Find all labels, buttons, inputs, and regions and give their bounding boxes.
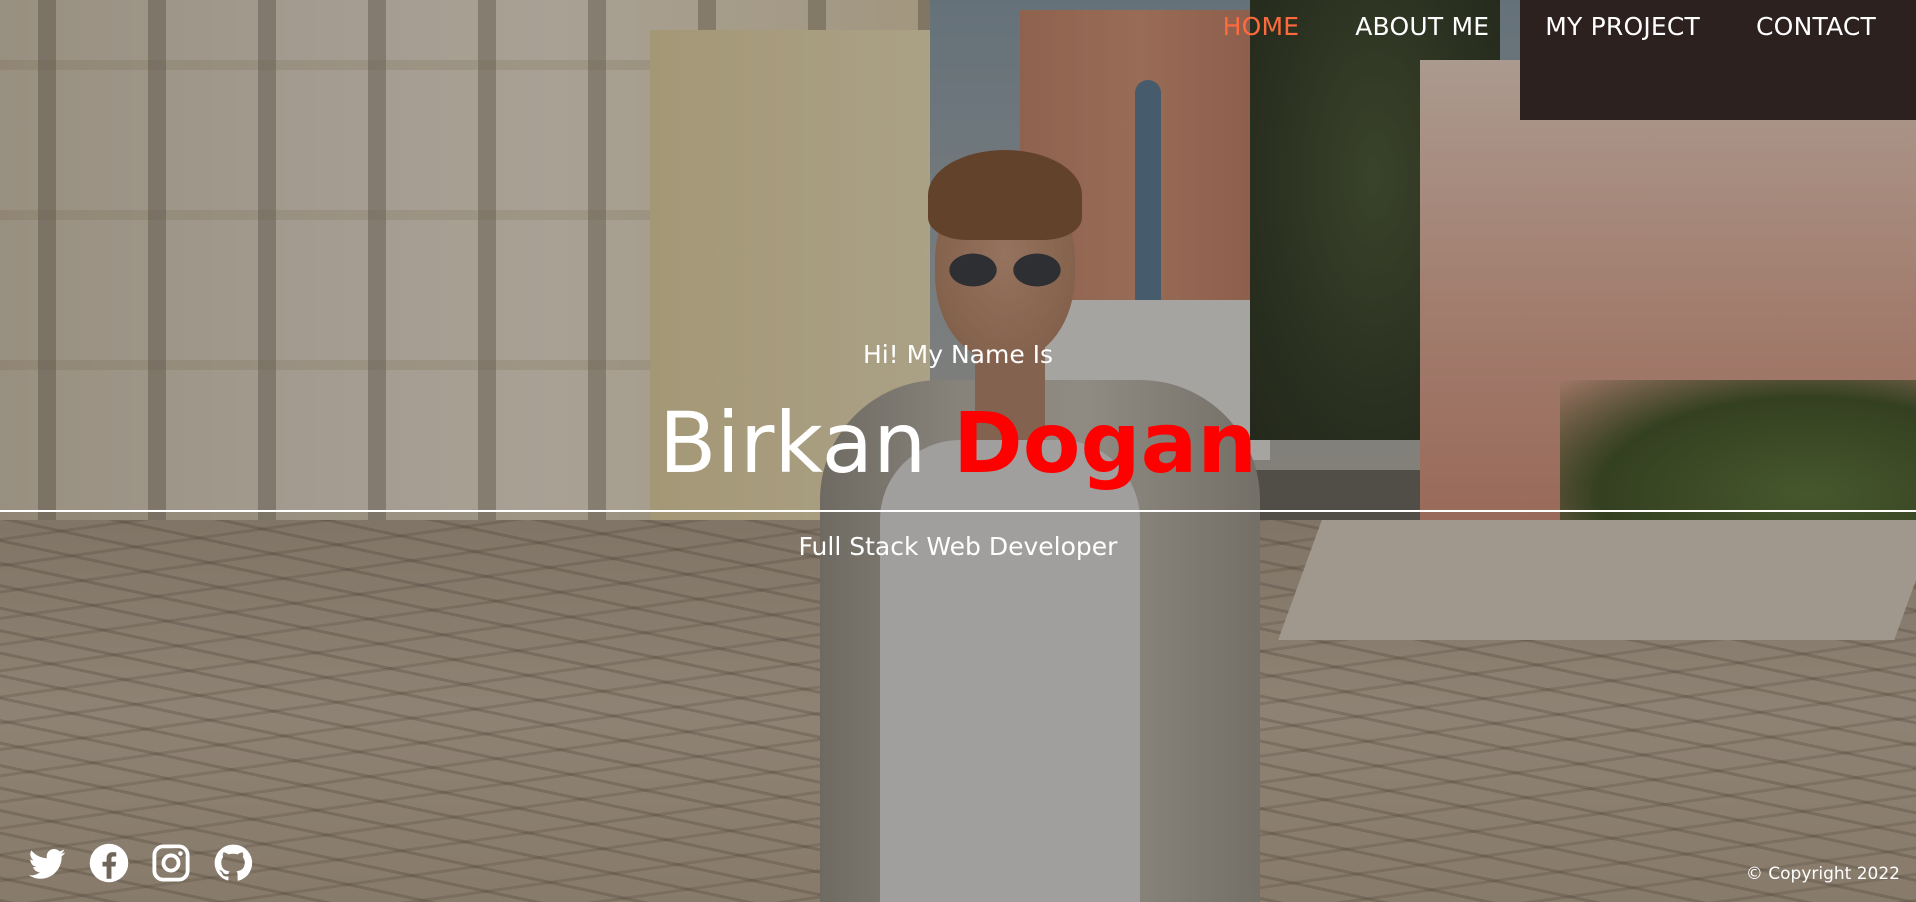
- hero-role: Full Stack Web Developer: [798, 532, 1118, 561]
- nav-link-contact[interactable]: CONTACT: [1756, 12, 1876, 41]
- facebook-icon: [89, 843, 129, 883]
- hero-name: Birkan Dogan: [0, 393, 1916, 493]
- hero-greeting: Hi! My Name Is: [862, 340, 1054, 369]
- hero-first-name: Birkan: [658, 394, 927, 492]
- instagram-icon: [152, 844, 190, 882]
- instagram-link[interactable]: [150, 842, 192, 884]
- twitter-icon: [28, 849, 66, 879]
- twitter-link[interactable]: [26, 842, 68, 884]
- nav-link-my-project[interactable]: MY PROJECT: [1545, 12, 1700, 41]
- hero-divider-line: [0, 510, 1916, 512]
- hero-last-name: Dogan: [953, 394, 1258, 492]
- nav-link-home[interactable]: HOME: [1223, 12, 1300, 41]
- facebook-link[interactable]: [88, 842, 130, 884]
- github-link[interactable]: [212, 842, 254, 884]
- top-navigation: HOME ABOUT ME MY PROJECT CONTACT: [1223, 12, 1876, 41]
- copyright-text: © Copyright 2022: [1745, 864, 1900, 884]
- hero-section: HOME ABOUT ME MY PROJECT CONTACT Hi! My …: [0, 0, 1916, 902]
- github-icon: [214, 844, 253, 881]
- social-links: [26, 842, 254, 884]
- nav-link-about-me[interactable]: ABOUT ME: [1355, 12, 1489, 41]
